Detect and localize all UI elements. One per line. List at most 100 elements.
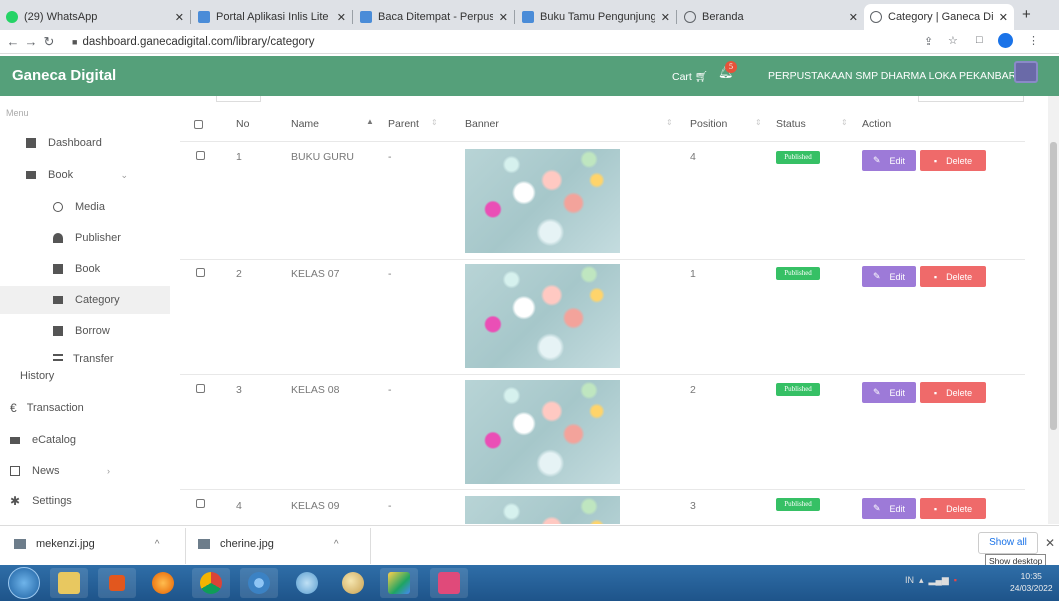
globe-icon <box>296 572 318 594</box>
sidebar-item-media[interactable]: Media <box>0 193 170 221</box>
tab-portal-inlis[interactable]: Portal Aplikasi Inlis Lite ✕ <box>192 4 352 30</box>
globe-icon <box>870 11 882 23</box>
library-dropdown[interactable]: PERPUSTAKAAN SMP DHARMA LOKA PEKANBARU ▾ <box>768 70 1032 82</box>
tab-buku-tamu[interactable]: Buku Tamu Pengunjung ✕ <box>516 4 676 30</box>
new-tab-button[interactable]: + <box>1022 6 1031 23</box>
banner-image <box>465 496 620 524</box>
cell-name: BUKU GURU <box>291 151 355 163</box>
forward-arrow-icon[interactable]: → <box>22 34 40 49</box>
taskbar-firefox[interactable] <box>144 568 182 598</box>
tab-beranda[interactable]: Beranda ✕ <box>678 4 864 30</box>
sidebar-item-book[interactable]: Book ⌄ <box>0 161 170 189</box>
notification-badge: 5 <box>725 61 737 73</box>
notification-bell[interactable]: 🔔︎ 5 <box>718 61 737 79</box>
row-checkbox[interactable] <box>196 499 205 508</box>
profile-avatar[interactable] <box>998 33 1013 48</box>
close-icon[interactable]: ✕ <box>1045 536 1055 550</box>
select-all-checkbox[interactable] <box>194 120 203 129</box>
taskbar-office[interactable] <box>98 568 136 598</box>
header-no[interactable]: No <box>236 118 249 140</box>
avatar[interactable] <box>1014 61 1038 83</box>
row-checkbox[interactable] <box>196 268 205 277</box>
delete-button[interactable]: ▪ Delete <box>920 382 986 403</box>
sort-icon: ⇕ <box>666 118 673 127</box>
row-checkbox[interactable] <box>196 384 205 393</box>
upload-icon <box>53 202 63 212</box>
start-button[interactable] <box>8 567 40 599</box>
edit-button[interactable]: ✎ Edit <box>862 382 916 403</box>
sidebar-item-dashboard[interactable]: Dashboard <box>0 129 170 157</box>
download-item[interactable]: cherine.jpg ^ <box>198 538 339 550</box>
cart-icon: 🛒︎ <box>694 71 709 83</box>
header-parent[interactable]: Parent <box>388 118 419 140</box>
tab-whatsapp[interactable]: (29) WhatsApp ✕ <box>0 4 190 30</box>
delete-button[interactable]: ▪ Delete <box>920 150 986 171</box>
pencil-icon: ✎ <box>872 387 881 397</box>
url-field[interactable]: ■ dashboard.ganecadigital.com/library/cat… <box>72 36 315 48</box>
header-position[interactable]: Position <box>690 118 727 140</box>
scrollbar-thumb[interactable] <box>1050 142 1057 430</box>
header-status[interactable]: Status <box>776 118 806 140</box>
row-checkbox[interactable] <box>196 151 205 160</box>
sidebar-item-publisher[interactable]: Publisher <box>0 224 170 252</box>
taskbar-paint[interactable] <box>334 568 372 598</box>
close-icon[interactable]: ✕ <box>999 11 1008 24</box>
download-item[interactable]: mekenzi.jpg ^ <box>14 538 159 550</box>
delete-button[interactable]: ▪ Delete <box>920 266 986 287</box>
chevron-up-icon[interactable]: ^ <box>155 539 160 550</box>
brand-logo[interactable]: Ganeca Digital <box>12 67 116 84</box>
close-icon[interactable]: ✕ <box>175 11 184 24</box>
close-icon[interactable]: ✕ <box>661 11 670 24</box>
chevron-up-icon[interactable]: ^ <box>334 539 339 550</box>
chevron-down-icon: ⌄ <box>120 169 128 180</box>
page-scrollbar[interactable] <box>1048 96 1059 524</box>
taskbar-drive[interactable] <box>380 568 418 598</box>
sidebar-item-ecatalog[interactable]: eCatalog <box>0 426 170 454</box>
close-icon[interactable]: ✕ <box>849 11 858 24</box>
menu-dots-icon[interactable]: ⋮ <box>1028 34 1039 47</box>
cell-no: 4 <box>236 500 242 512</box>
close-icon[interactable]: ✕ <box>337 11 346 24</box>
share-icon[interactable]: ⇪ <box>924 35 933 48</box>
delete-button[interactable]: ▪ Delete <box>920 498 986 519</box>
trash-icon: ▪ <box>933 387 938 398</box>
trash-icon: ▪ <box>933 503 938 514</box>
edit-button[interactable]: ✎ Edit <box>862 266 916 287</box>
firefox-icon <box>152 572 174 594</box>
taskbar-chrome-2[interactable] <box>240 568 278 598</box>
sort-icon: ⇕ <box>841 118 848 127</box>
system-tray[interactable]: IN ▴ ▂▄▆ ▪ <box>905 575 957 586</box>
page-length-select[interactable] <box>216 96 261 102</box>
show-all-button[interactable]: Show all <box>978 532 1038 554</box>
sidebar-item-settings[interactable]: ✱ Settings <box>0 487 170 515</box>
close-icon[interactable]: ✕ <box>499 11 508 24</box>
header-name[interactable]: Name <box>291 118 319 140</box>
sidebar-item-category[interactable]: Category <box>0 286 170 314</box>
globe-icon <box>684 11 696 23</box>
taskbar-app[interactable] <box>430 568 468 598</box>
back-arrow-icon[interactable]: ← <box>4 34 22 49</box>
sidebar-item-book-sub[interactable]: Book <box>0 255 170 283</box>
header-banner[interactable]: Banner <box>465 118 499 140</box>
taskbar-chrome[interactable] <box>192 568 230 598</box>
pencil-icon: ✎ <box>872 271 881 281</box>
sidepanel-icon[interactable]: □ <box>976 34 983 46</box>
cart-link[interactable]: Cart 🛒︎ <box>672 70 708 83</box>
star-icon[interactable]: ☆ <box>948 34 958 47</box>
clock[interactable]: 10:35 24/03/2022 <box>1010 570 1053 594</box>
reload-icon[interactable]: ↻ <box>40 34 58 50</box>
whatsapp-icon <box>6 11 18 23</box>
sidebar-item-news[interactable]: News › <box>0 457 170 485</box>
tab-category-active[interactable]: Category | Ganeca Digi ✕ <box>864 4 1014 30</box>
pencil-icon: ✎ <box>872 503 881 513</box>
image-file-icon <box>198 539 210 549</box>
taskbar-explorer[interactable] <box>50 568 88 598</box>
table-search-input[interactable] <box>918 96 1024 102</box>
edit-button[interactable]: ✎ Edit <box>862 150 916 171</box>
cell-position: 1 <box>690 268 696 280</box>
taskbar-browser[interactable] <box>288 568 326 598</box>
tab-baca-ditempat[interactable]: Baca Ditempat - Perpus ✕ <box>354 4 514 30</box>
sidebar-item-borrow[interactable]: Borrow <box>0 317 170 345</box>
sidebar-item-transaction[interactable]: € Transaction <box>0 394 170 422</box>
edit-button[interactable]: ✎ Edit <box>862 498 916 519</box>
